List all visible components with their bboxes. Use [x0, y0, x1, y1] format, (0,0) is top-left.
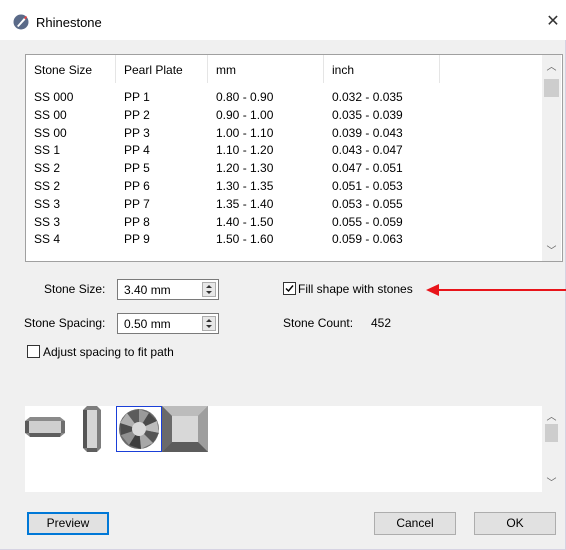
- fill-shape-checkbox[interactable]: [283, 282, 296, 295]
- preview-button[interactable]: Preview: [27, 512, 109, 535]
- column-header[interactable]: Stone Size: [26, 55, 116, 83]
- cell-mm: 1.20 - 1.30: [216, 161, 274, 176]
- ok-button[interactable]: OK: [474, 512, 556, 535]
- cell-pearl-plate: PP 4: [124, 143, 150, 158]
- checkmark-icon: [285, 285, 294, 293]
- table-row[interactable]: SS 000 PP 1 0.80 - 0.90 0.032 - 0.035: [26, 89, 542, 106]
- cell-inch: 0.032 - 0.035: [332, 90, 403, 104]
- cell-inch: 0.055 - 0.059: [332, 214, 403, 229]
- rhinestone-dialog: Rhinestone ✕ Stone Size Pearl Plate mm i…: [0, 0, 566, 550]
- cell-pearl-plate: PP 3: [124, 125, 150, 140]
- stone-spacing-value[interactable]: 0.50 mm: [124, 317, 171, 331]
- table-row[interactable]: SS 00 PP 2 0.90 - 1.00 0.035 - 0.039: [26, 107, 542, 124]
- cell-inch: 0.039 - 0.043: [332, 125, 403, 140]
- shape-list-scrollbar[interactable]: ︿ ﹀: [542, 406, 561, 492]
- scroll-down-icon[interactable]: ﹀: [542, 243, 561, 260]
- column-header[interactable]: inch: [324, 55, 440, 83]
- table-header: Stone Size Pearl Plate mm inch: [26, 55, 542, 83]
- stone-shape-list[interactable]: ︿ ﹀: [25, 406, 561, 492]
- baguette-stone-icon[interactable]: [83, 406, 101, 452]
- round-stone-option[interactable]: [116, 406, 162, 452]
- scroll-up-icon[interactable]: ︿: [542, 59, 561, 76]
- cell-mm: 1.30 - 1.35: [216, 179, 274, 193]
- table-row[interactable]: SS 00 PP 3 1.00 - 1.10 0.039 - 0.043: [26, 125, 542, 142]
- title-bar: Rhinestone ✕: [0, 0, 566, 40]
- table-row[interactable]: SS 4 PP 9 1.50 - 1.60 0.059 - 0.063: [26, 231, 542, 248]
- cell-mm: 1.10 - 1.20: [216, 143, 274, 158]
- adjust-spacing-label[interactable]: Adjust spacing to fit path: [43, 345, 174, 359]
- stone-size-stepper[interactable]: [202, 282, 216, 297]
- stone-size-spinbox[interactable]: 3.40 mm: [117, 279, 219, 300]
- fill-shape-label[interactable]: Fill shape with stones: [298, 282, 413, 296]
- cell-stone-size: SS 00: [34, 125, 67, 140]
- scroll-thumb[interactable]: [545, 424, 558, 442]
- stone-spacing-label: Stone Spacing:: [24, 316, 106, 330]
- cell-pearl-plate: PP 9: [124, 232, 150, 247]
- column-header[interactable]: mm: [208, 55, 324, 83]
- annotation-arrow-icon: [426, 284, 566, 296]
- cell-mm: 0.80 - 0.90: [216, 90, 274, 104]
- stone-count-value: 452: [371, 316, 392, 330]
- spin-up-icon[interactable]: [206, 319, 212, 322]
- cell-inch: 0.059 - 0.063: [332, 232, 403, 247]
- stone-size-label: Stone Size:: [44, 282, 106, 296]
- cell-stone-size: SS 2: [34, 161, 61, 176]
- cell-stone-size: SS 4: [34, 232, 61, 247]
- stone-size-table[interactable]: Stone Size Pearl Plate mm inch SS 000 PP …: [25, 54, 563, 262]
- cell-pearl-plate: PP 7: [124, 196, 150, 211]
- cell-inch: 0.047 - 0.051: [332, 161, 403, 176]
- cell-stone-size: SS 3: [34, 196, 61, 211]
- spin-up-icon[interactable]: [206, 285, 212, 288]
- spin-down-icon[interactable]: [206, 325, 212, 328]
- scroll-down-icon[interactable]: ﹀: [542, 474, 561, 489]
- cell-mm: 1.50 - 1.60: [216, 232, 274, 247]
- rectangle-stone-icon[interactable]: [25, 417, 65, 437]
- cell-inch: 0.053 - 0.055: [332, 196, 403, 211]
- table-row[interactable]: SS 1 PP 4 1.10 - 1.20 0.043 - 0.047: [26, 142, 542, 159]
- cell-mm: 1.35 - 1.40: [216, 196, 274, 211]
- cell-stone-size: SS 1: [34, 143, 61, 158]
- cell-mm: 1.40 - 1.50: [216, 214, 274, 229]
- cell-stone-size: SS 000: [34, 90, 74, 104]
- cell-stone-size: SS 00: [34, 107, 67, 122]
- table-row[interactable]: SS 3 PP 7 1.35 - 1.40 0.053 - 0.055: [26, 196, 542, 213]
- cell-stone-size: SS 3: [34, 214, 61, 229]
- cell-pearl-plate: PP 8: [124, 214, 150, 229]
- adjust-spacing-checkbox[interactable]: [27, 345, 40, 358]
- table-row[interactable]: SS 2 PP 6 1.30 - 1.35 0.051 - 0.053: [26, 178, 542, 195]
- scroll-thumb[interactable]: [544, 79, 559, 97]
- table-row[interactable]: SS 3 PP 8 1.40 - 1.50 0.055 - 0.059: [26, 214, 542, 231]
- window-title: Rhinestone: [36, 15, 102, 30]
- cancel-button[interactable]: Cancel: [374, 512, 456, 535]
- table-scrollbar[interactable]: ︿ ﹀: [542, 55, 561, 261]
- round-stone-icon: [119, 409, 159, 449]
- app-icon: [13, 14, 29, 30]
- stone-spacing-stepper[interactable]: [202, 316, 216, 331]
- spin-down-icon[interactable]: [206, 291, 212, 294]
- column-header[interactable]: Pearl Plate: [116, 55, 208, 83]
- stone-size-value[interactable]: 3.40 mm: [124, 283, 171, 297]
- table-row[interactable]: SS 2 PP 5 1.20 - 1.30 0.047 - 0.051: [26, 160, 542, 177]
- cell-stone-size: SS 2: [34, 179, 61, 193]
- scroll-up-icon[interactable]: ︿: [542, 408, 561, 423]
- cell-inch: 0.035 - 0.039: [332, 107, 403, 122]
- cell-inch: 0.051 - 0.053: [332, 179, 403, 193]
- cell-inch: 0.043 - 0.047: [332, 143, 403, 158]
- cell-mm: 1.00 - 1.10: [216, 125, 274, 140]
- cell-pearl-plate: PP 2: [124, 107, 150, 122]
- cell-pearl-plate: PP 1: [124, 90, 150, 104]
- cell-mm: 0.90 - 1.00: [216, 107, 274, 122]
- cell-pearl-plate: PP 5: [124, 161, 150, 176]
- cell-pearl-plate: PP 6: [124, 179, 150, 193]
- close-button[interactable]: ✕: [543, 14, 563, 34]
- stone-spacing-spinbox[interactable]: 0.50 mm: [117, 313, 219, 334]
- square-stone-icon[interactable]: [162, 406, 208, 452]
- stone-count-label: Stone Count:: [283, 316, 354, 330]
